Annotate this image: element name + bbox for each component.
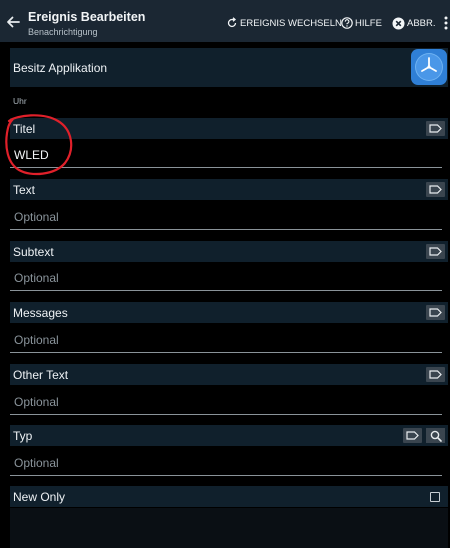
new-only-checkbox[interactable] [430,492,440,502]
typ-label: Typ [13,429,33,443]
typ-field[interactable] [10,451,442,476]
titel-label: Titel [13,122,36,136]
app-owner-row[interactable]: Besitz Applikation [10,48,448,87]
bottom-area [10,508,448,548]
other-text-header: Other Text [10,364,448,385]
tag-icon [429,308,442,317]
tag-icon [429,185,442,194]
text-header: Text [10,179,448,200]
other-text-field[interactable] [10,390,442,415]
page-subtitle: Benachrichtigung [28,27,98,37]
messages-field[interactable] [10,328,442,353]
typ-header: Typ [10,425,448,446]
messages-input[interactable] [14,331,434,349]
text-input[interactable] [14,208,434,226]
messages-tag-button[interactable] [426,305,445,320]
subtext-field[interactable] [10,266,442,291]
text-tag-button[interactable] [426,182,445,197]
more-menu-icon[interactable] [442,15,450,31]
titel-tag-button[interactable] [426,121,445,136]
switch-event-label: EREIGNIS WECHSELN [240,17,342,29]
titel-input[interactable] [14,146,434,164]
subtext-input[interactable] [14,269,434,287]
typ-tag-button[interactable] [403,428,422,443]
text-label: Text [13,183,36,197]
other-text-input[interactable] [14,393,434,411]
tag-icon [429,370,442,379]
app-bar: Ereignis Bearbeiten Benachrichtigung ERE… [0,5,450,42]
help-icon [341,17,353,29]
tag-icon [429,247,442,256]
text-field[interactable] [10,205,442,230]
cancel-icon [392,17,405,29]
other-text-tag-button[interactable] [426,367,445,382]
typ-search-button[interactable] [426,428,445,443]
subtext-tag-button[interactable] [426,244,445,259]
new-only-label: New Only [13,490,66,504]
help-button[interactable]: HILFE [341,15,382,31]
refresh-icon [227,17,237,28]
search-icon [430,430,442,442]
tag-icon [406,431,419,440]
subtext-header: Subtext [10,241,448,262]
tag-icon [429,124,442,133]
cancel-button[interactable]: ABBR. [392,15,436,31]
section-label: Uhr [13,96,27,106]
page-title: Ereignis Bearbeiten [28,10,146,24]
new-only-row[interactable]: New Only [10,486,448,507]
other-text-label: Other Text [13,368,69,382]
messages-label: Messages [13,306,68,320]
messages-header: Messages [10,302,448,323]
switch-event-button[interactable]: EREIGNIS WECHSELN [226,15,342,31]
typ-input[interactable] [14,454,434,472]
help-label: HILFE [355,17,382,29]
clock-icon[interactable] [411,49,447,85]
titel-field[interactable] [10,143,442,168]
cancel-label: ABBR. [407,17,436,29]
app-owner-label: Besitz Applikation [13,61,108,75]
back-arrow-icon[interactable] [4,13,22,31]
subtext-label: Subtext [13,245,54,259]
titel-header: Titel [10,118,448,139]
